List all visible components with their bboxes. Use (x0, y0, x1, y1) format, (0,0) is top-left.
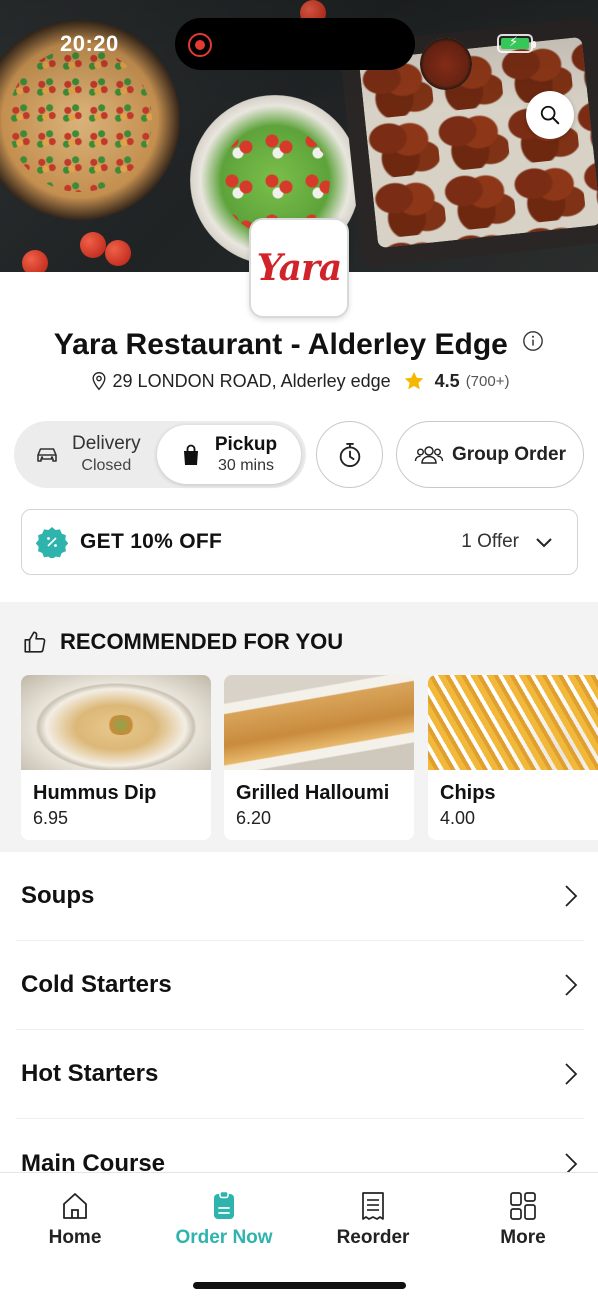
offer-count: 1 Offer (461, 531, 519, 552)
address-text: 29 LONDON ROAD, Alderley edge (112, 370, 391, 391)
chevron-right-icon (565, 974, 578, 996)
search-button[interactable] (526, 91, 574, 139)
thumbs-up-icon (24, 631, 46, 653)
home-icon (63, 1193, 87, 1219)
schedule-button[interactable] (316, 421, 383, 488)
category-label: Cold Starters (21, 971, 172, 998)
car-icon (37, 448, 57, 462)
delivery-option[interactable]: Delivery Closed (34, 433, 141, 475)
item-name: Grilled Halloumi (236, 782, 390, 804)
chevron-right-icon (565, 1063, 578, 1085)
shopping-bag-icon (183, 444, 198, 465)
group-users-icon (414, 445, 444, 464)
offer-banner[interactable]: GET 10% OFF 1 Offer (21, 509, 578, 575)
rating-value: 4.5 (434, 370, 460, 391)
recommended-heading: RECOMMENDED FOR YOU (22, 629, 343, 655)
item-price: 6.20 (236, 808, 272, 828)
nav-label: Home (48, 1227, 102, 1248)
nav-order-now[interactable]: Order Now (149, 1191, 299, 1249)
battery-icon (497, 34, 536, 53)
nav-reorder[interactable]: Reorder (298, 1191, 448, 1249)
star-icon (404, 371, 423, 390)
recommended-card[interactable]: Hummus Dip 6.95 (21, 675, 211, 840)
food-image-hummus (21, 675, 211, 770)
nav-more[interactable]: More (448, 1191, 598, 1249)
category-row-soups[interactable]: Soups (16, 852, 584, 941)
offer-title: GET 10% OFF (80, 530, 223, 553)
nav-label: More (500, 1227, 546, 1248)
recommended-card[interactable]: Chips 4.00 (428, 675, 598, 840)
screen-record-icon (188, 33, 212, 57)
nav-label: Reorder (336, 1227, 410, 1248)
location-pin-icon (92, 371, 106, 391)
receipt-icon (362, 1192, 384, 1220)
pickup-option[interactable]: Pickup 30 mins (157, 425, 301, 484)
recommended-title: RECOMMENDED FOR YOU (60, 629, 344, 654)
group-order-label: Group Order (451, 443, 566, 465)
bottom-navigation: Home Order Now Reorder More (0, 1172, 598, 1300)
discount-badge-icon (36, 526, 68, 558)
order-mode-toggle: Delivery Closed Pickup 30 mins (14, 421, 306, 488)
recommended-section: RECOMMENDED FOR YOU Hummus Dip 6.95 Gril… (0, 602, 598, 852)
restaurant-name-row: Yara Restaurant - Alderley Edge (0, 328, 598, 362)
item-price: 6.95 (33, 808, 69, 828)
category-label: Soups (21, 882, 95, 909)
group-order-button[interactable]: Group Order (396, 421, 584, 488)
info-icon[interactable] (522, 326, 544, 360)
recommended-card[interactable]: Grilled Halloumi 6.20 (224, 675, 414, 840)
food-image-halloumi (224, 675, 414, 770)
category-row-cold-starters[interactable]: Cold Starters (16, 941, 584, 1030)
category-row-hot-starters[interactable]: Hot Starters (16, 1030, 584, 1119)
item-name: Chips (440, 782, 496, 804)
delivery-status: Closed (81, 456, 132, 474)
stopwatch-icon (339, 442, 360, 467)
rating-count: (700+) (465, 372, 510, 390)
nav-home[interactable]: Home (0, 1191, 150, 1249)
item-price: 4.00 (440, 808, 476, 828)
status-time: 20:20 (60, 31, 119, 56)
chevron-down-icon (535, 536, 553, 548)
restaurant-name: Yara Restaurant - Alderley Edge (53, 328, 508, 361)
grid-icon (510, 1192, 536, 1220)
chevron-right-icon (565, 885, 578, 907)
logo-wordmark: Yara (256, 247, 343, 289)
restaurant-logo: Yara (249, 218, 349, 318)
search-icon (540, 105, 560, 125)
order-icon (214, 1191, 234, 1219)
pickup-time: 30 mins (217, 457, 275, 475)
item-name: Hummus Dip (33, 782, 157, 804)
home-indicator (193, 1282, 406, 1289)
pickup-label: Pickup (214, 433, 278, 455)
delivery-label: Delivery (72, 433, 141, 454)
category-label: Hot Starters (21, 1060, 159, 1087)
address-row: 29 LONDON ROAD, Alderley edge 4.5 (700+) (0, 370, 598, 392)
food-image-chips (428, 675, 598, 770)
nav-label: Order Now (175, 1227, 273, 1248)
